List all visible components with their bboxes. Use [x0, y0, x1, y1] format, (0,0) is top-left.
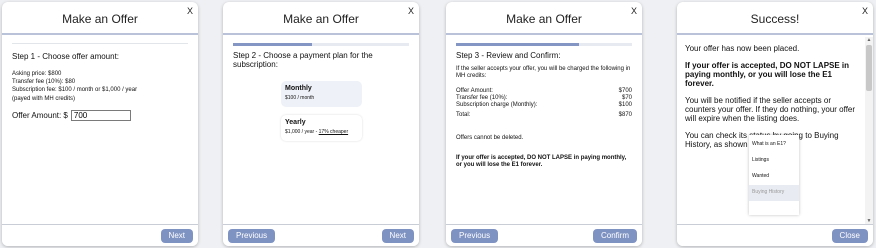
offer-amount-label: Offer Amount: $ — [12, 111, 68, 120]
plan-price: $100 / month — [285, 95, 315, 101]
confirm-button[interactable]: Confirm — [592, 229, 637, 243]
plan-discount: 17% cheaper — [318, 129, 349, 135]
payed-note: (payed with MH credits) — [12, 96, 76, 102]
step-heading: Step 2 - Choose a payment plan for the s… — [233, 51, 373, 69]
charge-description: If the seller accepts your offer, you wi… — [456, 66, 631, 79]
dialog-footer: Previous Confirm — [446, 224, 642, 246]
scroll-up-icon[interactable]: ▲ — [865, 37, 873, 43]
offer-step3-dialog: Make an Offer X Step 3 - Review and Conf… — [446, 2, 642, 246]
charge-value: $700 — [618, 88, 632, 94]
previous-button[interactable]: Previous — [228, 229, 276, 243]
lapse-warning: If your offer is accepted, DO NOT LAPSE … — [456, 155, 627, 168]
menu-example-image: What is an E1? Listings Wanted Buying Hi… — [749, 135, 799, 215]
close-icon[interactable]: X — [187, 6, 193, 16]
dialog-header: Make an Offer X — [2, 2, 198, 35]
notify-message: You will be notified if the seller accep… — [685, 96, 856, 123]
charge-label: Offer Amount: — [456, 88, 493, 94]
step-heading: Step 3 - Review and Confirm: — [456, 51, 561, 60]
progress-fill — [456, 43, 580, 46]
total-label: Total: — [456, 112, 471, 118]
placed-message: Your offer has now been placed. — [685, 44, 800, 53]
dialog-title: Make an Offer — [506, 12, 582, 26]
total-row: Total: $870 — [456, 112, 632, 119]
offer-amount-input[interactable] — [70, 110, 131, 121]
charge-label: Subscription charge (Monthly): — [456, 102, 538, 108]
divider — [12, 43, 188, 44]
offer-amount-row: Offer Amount: $ — [12, 110, 188, 121]
dialog-title: Make an Offer — [283, 12, 359, 26]
dialog-title: Make an Offer — [62, 12, 138, 26]
dialog-footer: Previous Next — [223, 224, 419, 246]
progress-fill — [233, 43, 313, 46]
close-button[interactable]: Close — [831, 229, 868, 243]
close-icon[interactable]: X — [631, 6, 637, 16]
scrollbar[interactable]: ▲ ▼ — [865, 37, 873, 224]
menu-item: What is an E1? — [752, 141, 786, 147]
dialog-footer: Next — [2, 224, 198, 246]
charge-value: $100 — [618, 102, 632, 108]
dialog-header: Make an Offer X — [223, 2, 419, 35]
fee-info: Asking price: $800 Transfer fee (10%): $… — [12, 70, 188, 94]
charge-table: Offer Amount: $700 Transfer fee (10%): $… — [456, 88, 632, 119]
charge-label: Transfer fee (10%): — [456, 95, 508, 101]
dialog-body: Step 3 - Review and Confirm: If the sell… — [446, 37, 642, 224]
scrollbar-thumb[interactable] — [866, 45, 872, 91]
lapse-warning: If your offer is accepted, DO NOT LAPSE … — [685, 61, 850, 88]
menu-item: Wanted — [752, 173, 770, 179]
asking-price: Asking price: $800 — [12, 71, 62, 77]
no-delete-note: Offers cannot be deleted. — [456, 135, 524, 141]
plan-name: Yearly — [285, 119, 306, 126]
charge-row: Subscription charge (Monthly): $100 — [456, 102, 632, 109]
plan-price-text: $1,000 / year - — [285, 129, 319, 135]
total-value: $870 — [618, 112, 632, 118]
dialog-body: Step 1 - Choose offer amount: Asking pri… — [2, 37, 198, 224]
plan-name: Monthly — [285, 85, 312, 92]
dialog-header: Make an Offer X — [446, 2, 642, 35]
progress-bar — [233, 43, 409, 46]
previous-button[interactable]: Previous — [451, 229, 499, 243]
dialog-body: Step 2 - Choose a payment plan for the s… — [223, 37, 419, 224]
next-button[interactable]: Next — [381, 229, 414, 243]
offer-step1-dialog: Make an Offer X Step 1 - Choose offer am… — [2, 2, 198, 246]
dialog-header: Success! X — [677, 2, 873, 35]
plan-price: $1,000 / year - 17% cheaper — [285, 129, 358, 135]
plan-monthly-option[interactable]: Monthly $100 / month — [281, 81, 362, 107]
step-heading: Step 1 - Choose offer amount: — [12, 52, 120, 61]
transfer-fee: Transfer fee (10%): $80 — [12, 79, 76, 85]
plan-yearly-option[interactable]: Yearly $1,000 / year - 17% cheaper — [281, 115, 362, 141]
close-icon[interactable]: X — [408, 6, 414, 16]
menu-item: Buying History — [749, 185, 799, 201]
offer-success-dialog: Success! X Your offer has now been place… — [677, 2, 873, 246]
charge-row: Transfer fee (10%): $70 — [456, 95, 632, 102]
dialog-footer: Close — [677, 224, 873, 246]
close-icon[interactable]: X — [862, 6, 868, 16]
charge-value: $70 — [621, 95, 632, 101]
dialog-title: Success! — [750, 12, 800, 26]
charge-row: Offer Amount: $700 — [456, 88, 632, 95]
subscription-fee: Subscription fee: $100 / month or $1,000… — [12, 87, 138, 93]
offer-step2-dialog: Make an Offer X Step 2 - Choose a paymen… — [223, 2, 419, 246]
next-button[interactable]: Next — [160, 229, 193, 243]
menu-item: Listings — [752, 157, 769, 163]
progress-bar — [456, 43, 632, 46]
